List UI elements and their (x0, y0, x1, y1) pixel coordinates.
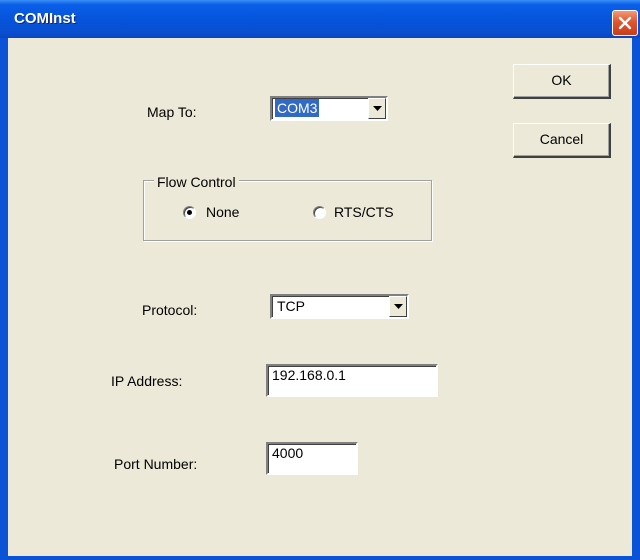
protocol-value: TCP (277, 298, 305, 314)
protocol-combo[interactable]: TCP (270, 294, 409, 319)
map-to-value: COM3 (275, 99, 320, 117)
close-button[interactable] (612, 10, 638, 36)
ip-address-label: IP Address: (111, 373, 183, 389)
map-to-dropdown-button[interactable] (368, 98, 386, 119)
dialog-client-area: OK Cancel Map To: COM3 Flow Control None… (8, 38, 632, 556)
ip-address-input[interactable]: 192.168.0.1 (266, 364, 438, 397)
chevron-down-icon (394, 304, 403, 309)
map-to-combo[interactable]: COM3 (270, 96, 388, 121)
cancel-button[interactable]: Cancel (513, 123, 611, 158)
map-to-label: Map To: (147, 104, 197, 120)
port-number-input[interactable]: 4000 (266, 442, 358, 475)
dialog-window: COMInst OK Cancel Map To: COM3 Flow Cont… (0, 0, 640, 560)
flow-rts-cts-radio[interactable] (313, 206, 326, 219)
flow-none-label[interactable]: None (206, 204, 239, 220)
chevron-down-icon (373, 106, 382, 111)
flow-none-radio[interactable] (183, 206, 196, 219)
ip-address-value: 192.168.0.1 (272, 367, 346, 383)
ok-button[interactable]: OK (513, 64, 611, 99)
port-number-label: Port Number: (114, 456, 198, 472)
protocol-label: Protocol: (142, 302, 198, 318)
title-bar[interactable]: COMInst (0, 0, 640, 38)
flow-control-legend: Flow Control (154, 174, 239, 190)
protocol-dropdown-button[interactable] (389, 296, 407, 317)
port-number-value: 4000 (272, 445, 304, 461)
close-icon (618, 16, 632, 30)
radio-selected-dot (187, 210, 192, 215)
window-title: COMInst (14, 10, 76, 27)
flow-rts-cts-label[interactable]: RTS/CTS (334, 204, 394, 220)
